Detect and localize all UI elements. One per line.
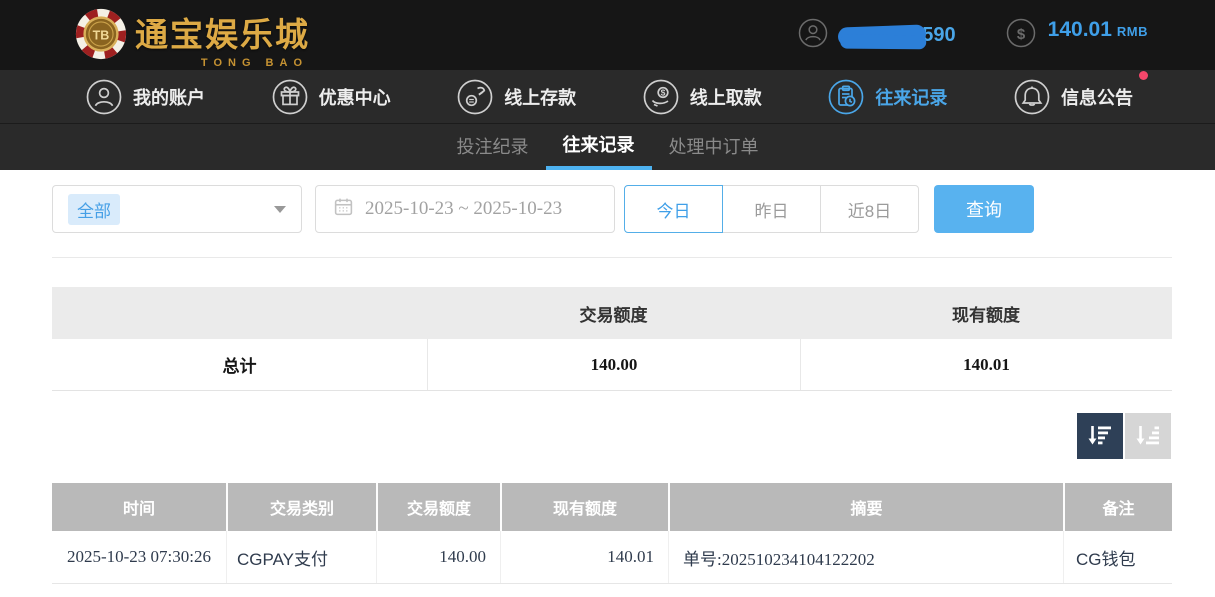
records-header-remark: 备注 [1063,483,1172,531]
summary-header-row: 交易额度 现有额度 [52,287,1172,339]
transaction-records-page: TB 通宝娱乐城 TONG BAO 590 [0,0,1215,597]
records-header-row: 时间 交易类别 交易额度 现有额度 摘要 备注 [52,483,1172,531]
sort-descending-button[interactable] [1077,413,1123,459]
records-header-time: 时间 [52,483,226,531]
tab-processing-orders[interactable]: 处理中订单 [652,124,776,170]
balance-amount: 140.01 [1048,18,1112,41]
brand-name: 通宝娱乐城 [135,16,310,53]
svg-text:$: $ [660,87,665,97]
svg-text:$: $ [1016,25,1025,42]
section-divider [52,257,1172,258]
top-header: TB 通宝娱乐城 TONG BAO 590 [0,0,1215,70]
record-summary: 单号:202510234104122202 [668,531,1063,583]
dollar-coin-icon: $ [1006,18,1036,53]
records-table: 时间 交易类别 交易额度 现有额度 摘要 备注 2025-10-23 07:30… [52,483,1172,584]
summary-header-transaction-amount: 交易额度 [427,301,800,326]
nav-item-online-withdrawal[interactable]: $ 线上取款 [643,79,762,115]
bell-icon [1014,79,1050,115]
today-button[interactable]: 今日 [624,185,723,233]
summary-table: 交易额度 现有额度 总计 140.00 140.01 [52,287,1172,391]
account-icon [86,79,122,115]
yesterday-button[interactable]: 昨日 [722,185,821,233]
sub-nav: 投注纪录 往来记录 处理中订单 [0,124,1215,170]
balance-display[interactable]: $ 140.01 RMB [1006,18,1148,53]
caret-down-icon [274,206,286,213]
sort-ascending-button[interactable] [1125,413,1171,459]
records-header-summary: 摘要 [668,483,1063,531]
summary-total-label: 总计 [52,352,427,377]
nav-label: 信息公告 [1061,84,1133,110]
records-header-amount: 交易额度 [376,483,500,531]
summary-header-current-amount: 现有额度 [800,301,1172,326]
record-remark: CG钱包 [1063,531,1172,583]
transaction-type-select[interactable]: 全部 [52,185,302,233]
nav-label: 线上取款 [690,84,762,110]
notification-dot [1139,71,1148,80]
username: 590 [838,24,955,47]
summary-total-row: 总计 140.00 140.01 [52,339,1172,391]
record-type: CGPAY支付 [226,531,376,583]
nav-item-my-account[interactable]: 我的账户 [86,79,205,115]
tab-transaction-records[interactable]: 往来记录 [546,124,652,170]
nav-item-promotions[interactable]: 优惠中心 [272,79,391,115]
gift-icon [272,79,308,115]
table-row: 2025-10-23 07:30:26 CGPAY支付 140.00 140.0… [52,531,1172,584]
nav-label: 往来记录 [875,84,947,110]
deposit-icon [457,79,493,115]
redaction-scribble [838,24,927,46]
nav-label: 我的账户 [133,84,205,110]
quick-date-button-group: 今日 昨日 近8日 [624,185,919,233]
nav-label: 优惠中心 [319,84,391,110]
summary-current-amount: 140.01 [800,339,1172,390]
records-header-type: 交易类别 [226,483,376,531]
brand-latin-name: TONG BAO [201,57,308,69]
balance-currency: RMB [1117,24,1148,39]
last-8-days-button[interactable]: 近8日 [820,185,919,233]
records-icon [828,79,864,115]
main-nav: 我的账户 优惠中心 [0,70,1215,124]
selected-type-chip: 全部 [68,194,120,225]
summary-transaction-amount: 140.00 [427,339,800,390]
record-amount: 140.00 [376,531,500,583]
nav-item-transaction-records[interactable]: 往来记录 [828,79,947,115]
nav-label: 线上存款 [504,84,576,110]
sort-descending-icon [1086,421,1114,452]
withdraw-icon: $ [643,79,679,115]
calendar-icon [333,196,354,222]
records-header-balance: 现有额度 [500,483,668,531]
record-balance: 140.01 [500,531,668,583]
chip-monogram: TB [93,28,110,42]
content-area: 全部 2025-10-23 ~ 2025 [0,170,1215,597]
record-time: 2025-10-23 07:30:26 [52,531,226,583]
sort-ascending-icon [1134,421,1162,452]
site-logo[interactable]: TB 通宝娱乐城 TONG BAO [74,7,310,66]
user-info[interactable]: 590 [798,18,955,53]
date-range-value: 2025-10-23 ~ 2025-10-23 [365,198,562,220]
header-account-area: 590 $ 140.01 RMB [798,0,1148,70]
user-avatar-icon [798,18,828,53]
nav-item-announcements[interactable]: 信息公告 [1014,79,1133,115]
casino-chip-icon: TB [74,7,128,66]
date-range-input[interactable]: 2025-10-23 ~ 2025-10-23 [315,185,615,233]
nav-item-online-deposit[interactable]: 线上存款 [457,79,576,115]
username-visible-suffix: 590 [922,24,955,47]
query-button[interactable]: 查询 [934,185,1034,233]
tab-betting-records[interactable]: 投注纪录 [440,124,546,170]
